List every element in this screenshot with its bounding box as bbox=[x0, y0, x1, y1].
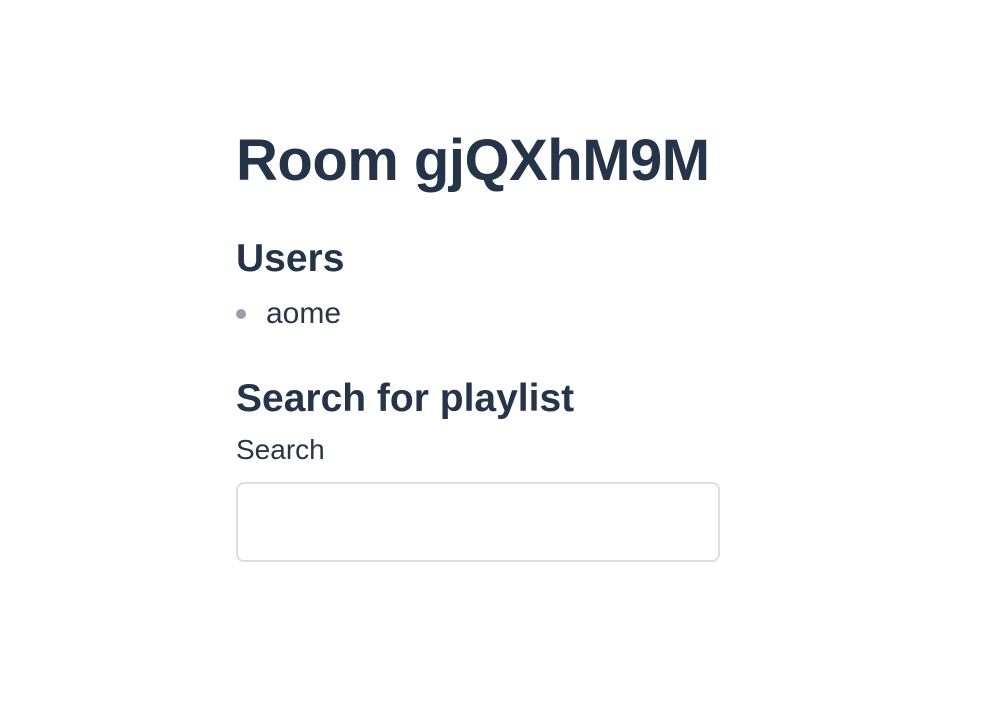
user-list: aome bbox=[236, 294, 341, 334]
users-heading: Users bbox=[236, 237, 345, 280]
bullet-icon bbox=[236, 309, 246, 319]
search-playlist-heading: Search for playlist bbox=[236, 377, 575, 420]
room-title: Room gjQXhM9M bbox=[236, 128, 710, 193]
search-input[interactable] bbox=[236, 482, 720, 562]
search-label: Search bbox=[236, 434, 325, 465]
list-item: aome bbox=[236, 294, 341, 334]
user-name: aome bbox=[266, 297, 342, 330]
